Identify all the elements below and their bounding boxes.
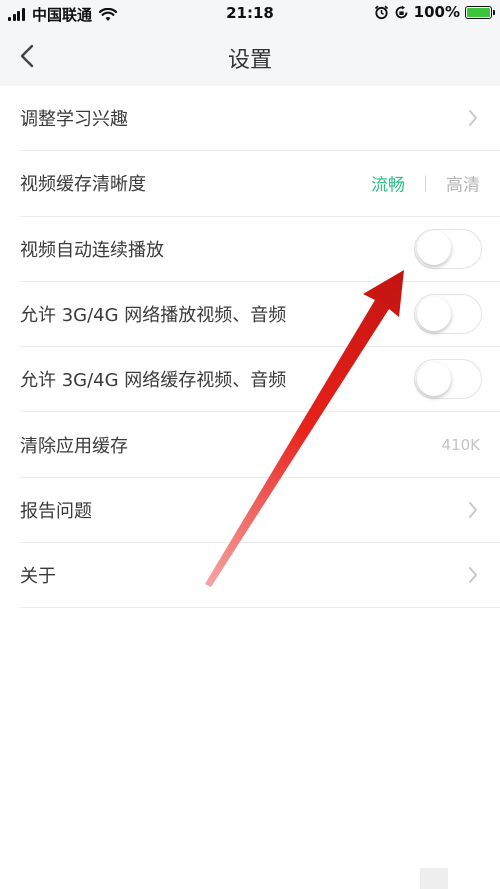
- setting-clear-cache[interactable]: 清除应用缓存 410K: [20, 412, 500, 478]
- chevron-right-icon: [469, 110, 477, 127]
- toggle-knob: [417, 231, 451, 266]
- chevron-right-icon: [469, 501, 477, 518]
- setting-label: 视频缓存清晰度: [20, 174, 146, 196]
- quality-option-hd[interactable]: 高清: [446, 171, 480, 196]
- battery-percent: 100%: [413, 3, 460, 21]
- status-right: 100%: [374, 3, 495, 21]
- quality-divider: [425, 175, 426, 192]
- corner-watermark-box: [420, 868, 448, 889]
- toggle-knob: [417, 296, 451, 331]
- settings-list: 调整学习兴趣 视频缓存清晰度 流畅 高清 视频自动连续播放 允许 3G/4G 网…: [0, 86, 500, 609]
- setting-cache-quality: 视频缓存清晰度 流畅 高清: [20, 151, 500, 217]
- setting-label: 调整学习兴趣: [20, 109, 128, 131]
- setting-about[interactable]: 关于: [20, 543, 500, 609]
- mobile-cache-toggle[interactable]: [414, 359, 482, 400]
- nav-bar: 设置: [0, 26, 500, 86]
- setting-label: 报告问题: [20, 500, 92, 522]
- setting-adjust-interest[interactable]: 调整学习兴趣: [20, 86, 500, 152]
- setting-report-issue[interactable]: 报告问题: [20, 478, 500, 544]
- setting-label: 允许 3G/4G 网络播放视频、音频: [20, 305, 287, 327]
- cache-size-value: 410K: [441, 435, 480, 454]
- battery-icon: [465, 5, 495, 19]
- setting-mobile-cache: 允许 3G/4G 网络缓存视频、音频: [20, 347, 500, 413]
- quality-selector: 流畅 高清: [371, 171, 480, 196]
- autoplay-toggle[interactable]: [414, 228, 482, 269]
- setting-autoplay: 视频自动连续播放: [20, 217, 500, 282]
- orientation-lock-icon: [395, 5, 408, 18]
- setting-label: 视频自动连续播放: [20, 239, 164, 261]
- page-title: 设置: [227, 48, 272, 73]
- mobile-play-toggle[interactable]: [414, 294, 482, 335]
- battery-level: [467, 7, 490, 17]
- setting-label: 清除应用缓存: [20, 435, 128, 457]
- quality-option-smooth[interactable]: 流畅: [371, 171, 405, 196]
- toggle-knob: [417, 361, 451, 396]
- setting-label: 允许 3G/4G 网络缓存视频、音频: [20, 370, 287, 392]
- setting-label: 关于: [20, 566, 56, 588]
- setting-mobile-play: 允许 3G/4G 网络播放视频、音频: [20, 282, 500, 348]
- status-bar: 中国联通 21:18 100%: [0, 0, 500, 26]
- chevron-right-icon: [469, 567, 477, 584]
- alarm-icon: [374, 5, 388, 19]
